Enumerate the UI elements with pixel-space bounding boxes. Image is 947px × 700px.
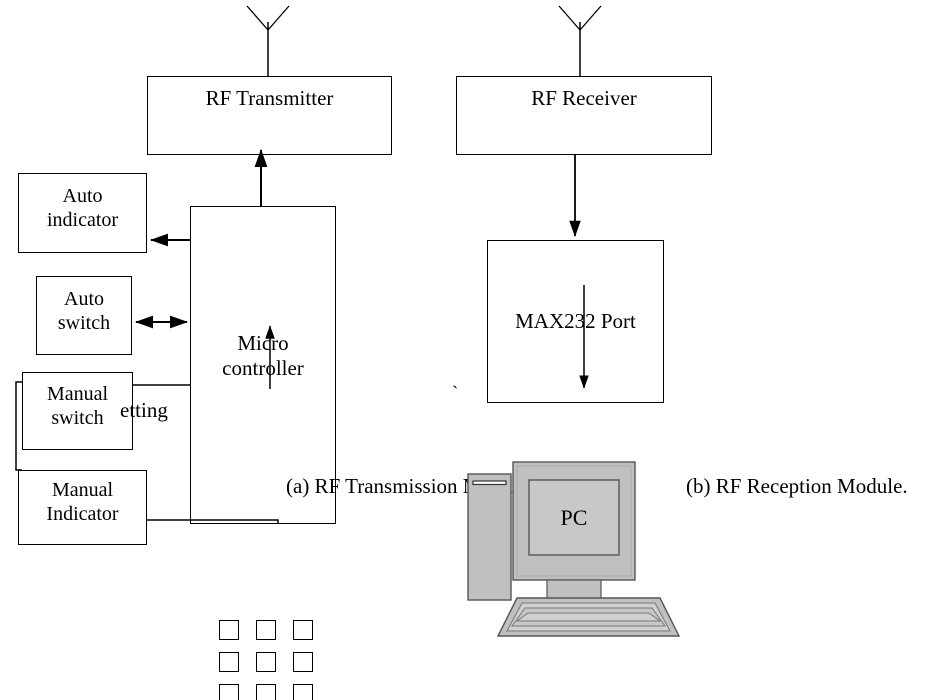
keypad-grid <box>219 620 313 700</box>
block-rf-transmitter-label: RF Transmitter <box>205 86 334 110</box>
block-manual-switch: Manual switch <box>22 372 133 450</box>
obscured-caption-fragment: etting <box>120 398 168 422</box>
block-rf-transmitter: RF Transmitter <box>147 76 392 155</box>
caption-reception-module: (b) RF Reception Module. <box>686 474 908 498</box>
keypad-key[interactable] <box>219 652 239 672</box>
block-manual-indicator: Manual Indicator <box>18 470 147 545</box>
stray-mark: ` <box>452 383 459 404</box>
block-auto-switch: Auto switch <box>36 276 132 355</box>
keypad-key[interactable] <box>219 620 239 640</box>
keypad-key[interactable] <box>256 684 276 700</box>
block-max232-port-label: MAX232 Port <box>515 309 636 334</box>
block-manual-indicator-label: Manual Indicator <box>46 479 119 525</box>
block-manual-switch-label: Manual switch <box>46 383 109 429</box>
block-auto-switch-label: Auto switch <box>57 288 111 334</box>
keypad-key[interactable] <box>293 620 313 640</box>
block-microcontroller-label: Micro controller <box>222 331 304 380</box>
pc-keyboard-icon <box>496 597 681 637</box>
antenna-transmitter-icon <box>246 5 290 76</box>
block-rf-receiver: RF Receiver <box>456 76 712 155</box>
keypad-key[interactable] <box>293 684 313 700</box>
pc-screen-label: PC <box>561 505 588 530</box>
block-auto-indicator: Auto indicator <box>18 173 147 253</box>
pc-illustration-svg: PC <box>467 461 681 637</box>
diagram-canvas: RF Transmitter RF Receiver Micro control… <box>0 0 947 700</box>
keypad-key[interactable] <box>293 652 313 672</box>
block-auto-indicator-label: Auto indicator <box>46 185 119 231</box>
block-max232-port: MAX232 Port <box>487 240 664 403</box>
pc-tower-icon <box>467 473 512 601</box>
antenna-receiver-icon <box>558 5 602 76</box>
keypad-key[interactable] <box>256 620 276 640</box>
pc-monitor-icon <box>512 461 636 600</box>
keypad-key[interactable] <box>219 684 239 700</box>
pc-illustration: PC <box>455 450 695 655</box>
keypad-key[interactable] <box>256 652 276 672</box>
block-rf-receiver-label: RF Receiver <box>531 86 637 110</box>
